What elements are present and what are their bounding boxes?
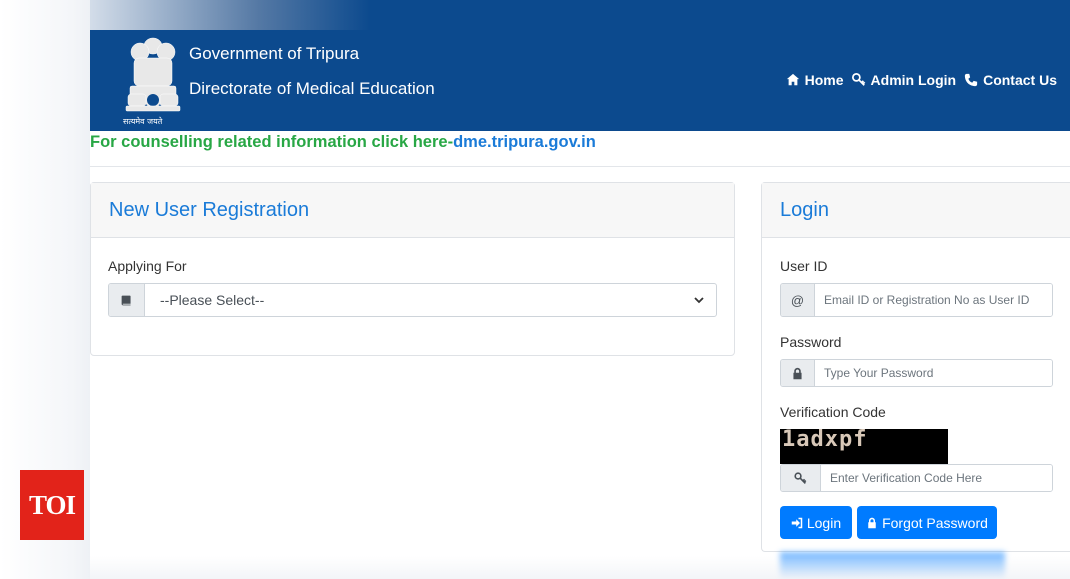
site-header: सत्यमेव जयते Government of Tripura Direc… bbox=[90, 30, 1070, 131]
nav-contact-us[interactable]: Contact Us bbox=[964, 72, 1057, 88]
department-title: Directorate of Medical Education bbox=[189, 79, 435, 98]
home-icon bbox=[786, 73, 799, 86]
sign-in-icon bbox=[791, 517, 803, 528]
nav-home-label: Home bbox=[804, 72, 844, 88]
toi-watermark-logo: TOI bbox=[20, 470, 84, 540]
lock-icon bbox=[793, 367, 802, 379]
registration-title: New User Registration bbox=[109, 198, 310, 221]
select-value: --Please Select-- bbox=[160, 292, 265, 308]
chevron-down-icon bbox=[694, 297, 704, 304]
applying-for-select[interactable]: --Please Select-- bbox=[108, 283, 717, 317]
state-emblem-icon: सत्यमेव जयते bbox=[123, 37, 181, 126]
captcha-image: 1adxpf bbox=[780, 429, 948, 464]
notice-text: For counselling related information clic… bbox=[90, 133, 454, 151]
user-id-group: @ bbox=[780, 283, 1053, 317]
nav-admin-login-label: Admin Login bbox=[870, 72, 957, 88]
registration-card-header: New User Registration bbox=[91, 183, 734, 238]
phone-icon bbox=[964, 73, 978, 87]
user-id-label: User ID bbox=[780, 258, 828, 274]
at-icon: @ bbox=[781, 284, 815, 316]
verification-group bbox=[780, 464, 1053, 492]
verification-code-label: Verification Code bbox=[780, 404, 886, 420]
emblem-motto: सत्यमेव जयते bbox=[123, 116, 163, 126]
password-input[interactable] bbox=[815, 360, 1052, 386]
verification-code-input[interactable] bbox=[821, 465, 1052, 491]
book-icon-addon bbox=[109, 284, 145, 316]
login-button[interactable]: Login bbox=[780, 506, 852, 539]
forgot-password-button[interactable]: Forgot Password bbox=[857, 506, 997, 539]
top-nav: Home Admin Login Contact Us bbox=[786, 72, 1057, 88]
login-card-header: Login bbox=[762, 183, 1070, 238]
forgot-password-label: Forgot Password bbox=[882, 514, 988, 531]
divider bbox=[90, 166, 1070, 167]
login-title: Login bbox=[780, 198, 829, 221]
top-strip-blur bbox=[90, 0, 370, 30]
nav-admin-login[interactable]: Admin Login bbox=[851, 72, 957, 88]
book-icon bbox=[121, 295, 131, 305]
lock-icon-addon bbox=[781, 360, 815, 386]
government-title: Government of Tripura bbox=[189, 44, 360, 63]
password-label: Password bbox=[780, 334, 842, 350]
applying-for-dropdown[interactable]: --Please Select-- bbox=[145, 284, 716, 316]
password-group bbox=[780, 359, 1053, 387]
key-icon bbox=[794, 471, 807, 484]
nav-contact-us-label: Contact Us bbox=[983, 72, 1057, 88]
notice-link[interactable]: dme.tripura.gov.in bbox=[453, 133, 596, 151]
applying-for-label: Applying For bbox=[108, 258, 187, 274]
nav-home[interactable]: Home bbox=[786, 72, 844, 88]
bottom-glow bbox=[780, 552, 1005, 579]
key-icon-addon bbox=[781, 465, 821, 491]
login-button-label: Login bbox=[806, 514, 842, 531]
lock-icon bbox=[868, 517, 876, 528]
user-id-input[interactable] bbox=[815, 284, 1052, 316]
key-icon bbox=[851, 73, 865, 86]
counselling-notice: For counselling related information clic… bbox=[90, 133, 596, 152]
